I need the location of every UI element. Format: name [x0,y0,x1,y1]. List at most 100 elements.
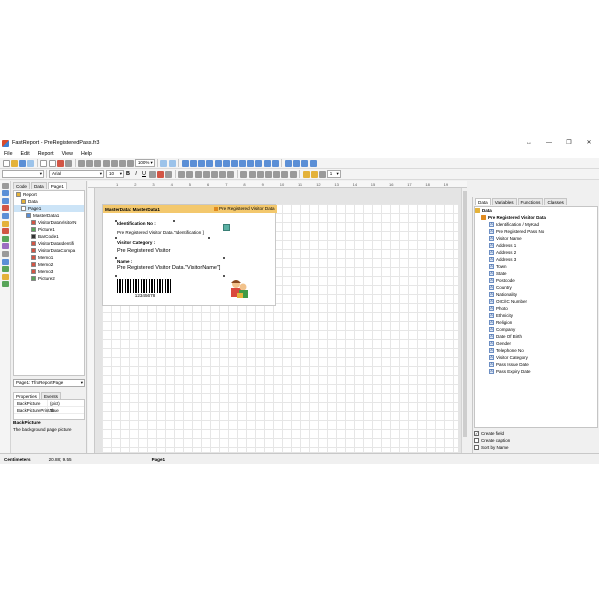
tab-variables[interactable]: Variables [491,198,517,205]
data-field-node[interactable]: A OIC/IC Number [475,298,597,305]
data-root-node[interactable]: Data [475,207,597,214]
option-checkbox[interactable]: ✓ Create field [474,430,598,437]
maximize-button[interactable]: ❐ [559,137,579,149]
report-tree-node[interactable]: VisitorDataCompa [14,247,84,254]
property-row[interactable]: BackPicturePrintab True [14,407,84,414]
property-value[interactable]: (pict) [48,400,60,407]
selection-handle[interactable] [223,275,225,277]
frame-left-icon[interactable] [256,170,264,178]
report-tree-node[interactable]: VisitorDataVisitorN [14,219,84,226]
report-tree-node[interactable]: BarCode1 [14,233,84,240]
selection-handle[interactable] [115,257,117,259]
group-icon[interactable] [119,159,127,167]
report-tree-node[interactable]: Memo3 [14,268,84,275]
undo-icon[interactable] [102,159,110,167]
data-field-node[interactable]: A Company [475,326,597,333]
send-back-icon[interactable] [293,159,301,167]
frame-none-icon[interactable] [281,170,289,178]
tab-functions[interactable]: Functions [517,198,544,205]
text-justify-icon[interactable] [202,170,210,178]
menu-report[interactable]: Report [34,151,58,157]
page-settings-icon[interactable] [64,159,72,167]
masterdata-band[interactable]: MasterData: MasterData1 Pre Registered V… [102,204,277,306]
space-vertical-icon[interactable] [239,159,247,167]
align-bottom-icon[interactable] [222,159,230,167]
data-field-node[interactable]: A Telephone No [475,347,597,354]
font-color-icon[interactable] [156,170,164,178]
text-tool-icon[interactable] [2,205,9,212]
data-field-node[interactable]: A Country [475,284,597,291]
tab-events[interactable]: Events [40,392,61,399]
memo-identification-label[interactable]: Identification No : [117,221,156,226]
selection-handle[interactable] [223,257,225,259]
menu-file[interactable]: File [0,151,17,157]
highlight-icon[interactable] [164,170,172,178]
report-tree-node[interactable]: VisitorDataIdentifi [14,240,84,247]
data-field-node[interactable]: A Town [475,263,597,270]
text-align-right-icon[interactable] [194,170,202,178]
open-icon[interactable] [10,159,18,167]
memo-tool-icon[interactable] [2,228,9,235]
align-top-icon[interactable] [206,159,214,167]
frame-all-icon[interactable] [273,170,281,178]
show-grid-icon[interactable] [160,159,168,167]
same-height-icon[interactable] [271,159,279,167]
cut-icon[interactable] [78,159,86,167]
data-field-node[interactable]: A Ethnicity [475,312,597,319]
redo-icon[interactable] [110,159,118,167]
align-center-icon[interactable] [189,159,197,167]
report-tree-node[interactable]: Data [14,198,84,205]
data-field-node[interactable]: A Postcode [475,277,597,284]
tab-classes[interactable]: Classes [544,198,567,205]
data-field-node[interactable]: A Pass Issue Date [475,361,597,368]
text-align-left-icon[interactable] [178,170,186,178]
menu-view[interactable]: View [58,151,77,157]
ungroup-icon[interactable] [127,159,135,167]
data-field-node[interactable]: A Visitor Name [475,235,597,242]
visitor-photo-picture[interactable] [228,277,250,299]
report-tree-node[interactable]: MasterData1 [14,212,84,219]
align-middle-icon[interactable] [214,159,222,167]
barcode-tool-icon[interactable] [2,273,9,280]
new-page-icon[interactable] [40,159,48,167]
line-width-select[interactable]: 1 [326,170,341,178]
data-field-node[interactable]: A Date Of Birth [475,333,597,340]
fill-color-icon[interactable] [302,170,310,178]
format-copy-icon[interactable] [2,212,9,219]
text-top-icon[interactable] [210,170,218,178]
selection-handle[interactable] [115,237,117,239]
report-tree-node[interactable]: Memo2 [14,261,84,268]
font-size-select[interactable]: 10 [106,170,124,178]
line-tool-icon[interactable] [2,250,9,257]
minimize-button[interactable]: — [539,137,559,149]
memo-name-label[interactable]: Name : [117,259,132,264]
new-dialog-icon[interactable] [48,159,56,167]
delete-page-icon[interactable] [56,159,64,167]
align-grid-icon[interactable] [168,159,176,167]
more-tools-icon[interactable] [2,281,9,288]
selection-handle[interactable] [115,275,117,277]
close-button[interactable]: ✕ [579,137,599,149]
bring-front-icon[interactable] [285,159,293,167]
zoom-select[interactable]: 100% [134,159,155,167]
checkbox-box[interactable] [474,445,479,450]
frame-style-icon[interactable] [319,170,327,178]
report-tree-node[interactable]: Memo1 [14,254,84,261]
checkbox-box[interactable] [474,438,479,443]
tab-code[interactable]: Code [13,182,30,189]
font-name-select[interactable]: Arial [49,170,104,178]
option-checkbox[interactable]: Create caption [474,437,598,444]
underline-button[interactable]: U [140,171,148,177]
barcode-object[interactable]: 12345678 [117,279,173,298]
select-tool-icon[interactable] [2,182,9,189]
scrollbar-thumb[interactable] [463,191,467,437]
report-tree-node[interactable]: Picture1 [14,226,84,233]
dataset-node[interactable]: Pre Registered Visitor Data [475,214,597,221]
band-header[interactable]: MasterData: MasterData1 Pre Registered V… [103,205,277,213]
center-horizontal-icon[interactable] [247,159,255,167]
zoom-tool-icon[interactable] [2,197,9,204]
report-tree-node[interactable]: Picture2 [14,275,84,282]
same-width-icon[interactable] [263,159,271,167]
shape-tool-icon[interactable] [2,258,9,265]
band-tool-icon[interactable] [2,220,9,227]
